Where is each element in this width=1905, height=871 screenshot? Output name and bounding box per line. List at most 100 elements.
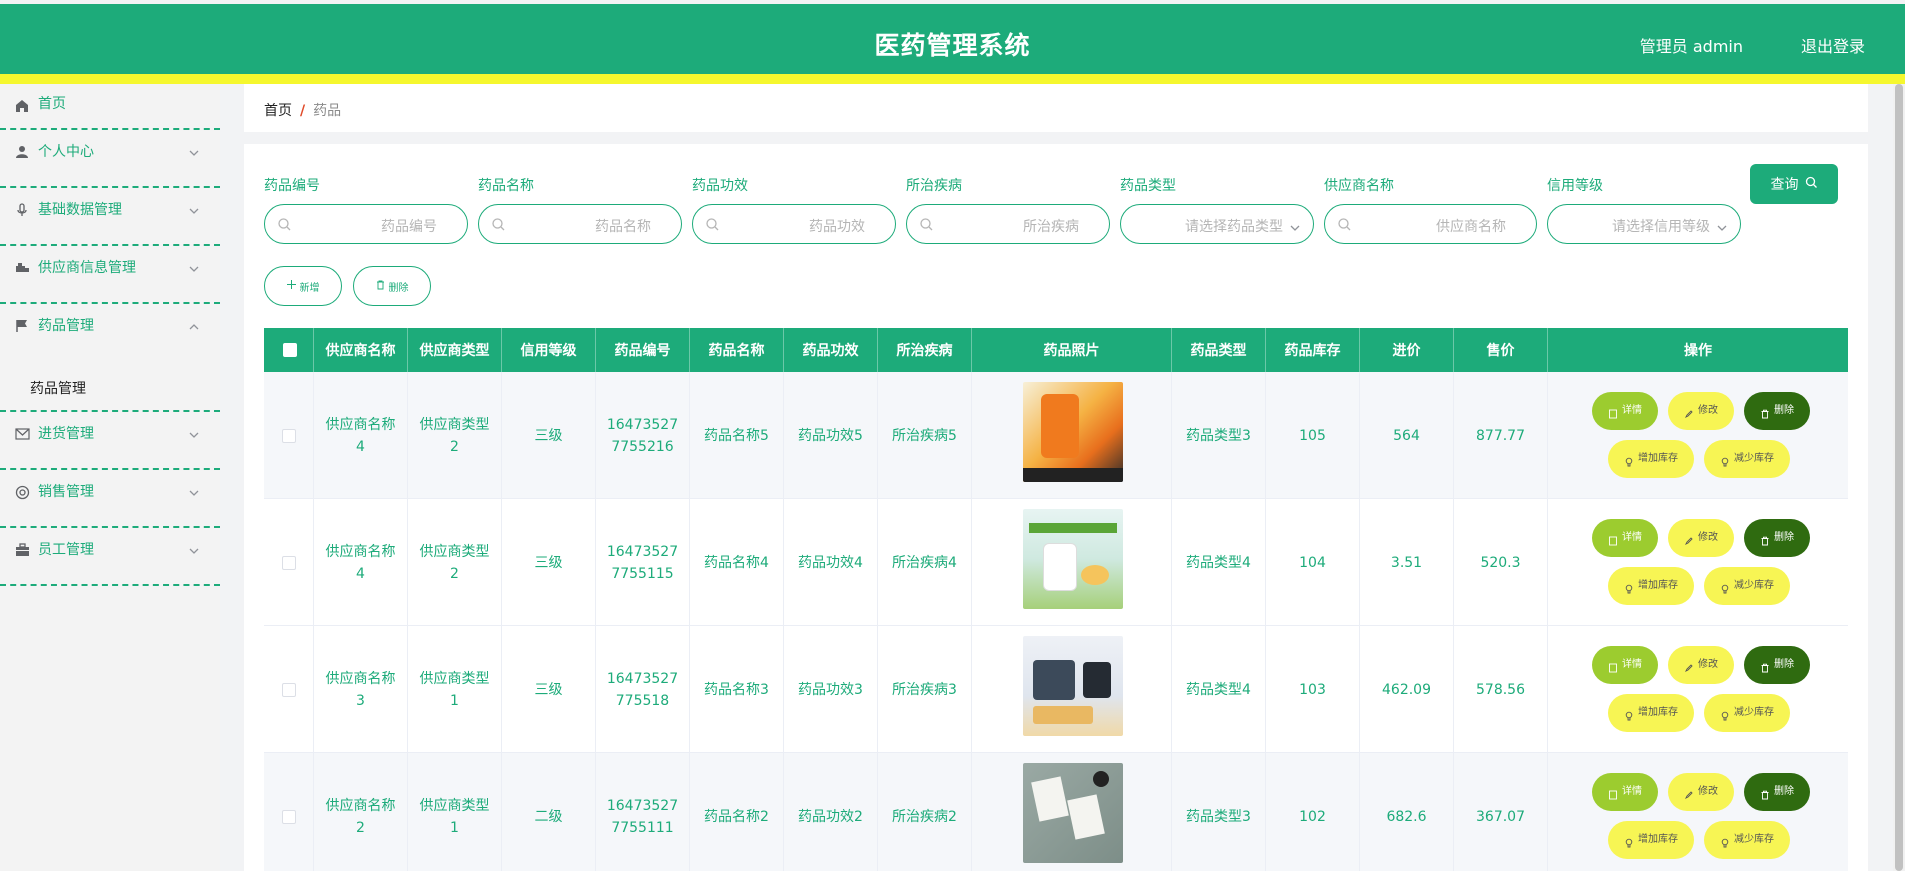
query-button[interactable]: 查询 <box>1750 164 1838 204</box>
home-icon <box>14 98 30 114</box>
drug-code-cell: 16473527 775518 <box>596 626 690 753</box>
stock-cell: 104 <box>1266 499 1360 626</box>
sale-price-cell: 877.77 <box>1454 372 1548 499</box>
drug-effect-input[interactable]: 药品功效 <box>692 204 896 244</box>
credit-level-select[interactable]: 请选择信用等级 <box>1547 204 1741 244</box>
add-button[interactable]: 新增 <box>264 266 342 306</box>
row-checkbox[interactable] <box>282 683 296 697</box>
drug-photo[interactable] <box>1023 509 1123 609</box>
reduce-stock-label: 减少库存 <box>1734 580 1774 591</box>
vertical-scrollbar[interactable] <box>1893 84 1905 871</box>
input-placeholder: 药品编号 <box>381 219 437 235</box>
column-header[interactable]: 药品类型 <box>1172 328 1266 372</box>
drug-photo[interactable] <box>1023 382 1123 482</box>
sidebar-item-label: 员工管理 <box>38 542 94 558</box>
sidebar-item-drug-management[interactable]: 药品管理 <box>0 304 220 362</box>
reduce-stock-button[interactable]: 减少库存 <box>1704 694 1790 732</box>
delete-button[interactable]: 删除 <box>1744 392 1810 430</box>
column-header[interactable]: 进价 <box>1360 328 1454 372</box>
breadcrumb-panel: 首页 / 药品 <box>244 84 1868 132</box>
add-stock-button[interactable]: 增加库存 <box>1608 440 1694 478</box>
sidebar-item-staff[interactable]: 员工管理 <box>0 528 220 586</box>
detail-button[interactable]: 详情 <box>1592 519 1658 557</box>
column-header[interactable]: 药品照片 <box>972 328 1172 372</box>
sidebar-item-purchase[interactable]: 进货管理 <box>0 412 220 470</box>
trash-icon <box>1760 533 1770 546</box>
delete-button[interactable]: 删除 <box>1744 646 1810 684</box>
pencil-icon <box>1684 787 1694 800</box>
detail-button[interactable]: 详情 <box>1592 646 1658 684</box>
sidebar-subitem-drug-management[interactable]: 药品管理 <box>0 362 220 412</box>
column-header[interactable]: 售价 <box>1454 328 1548 372</box>
briefcase-icon <box>14 542 30 558</box>
row-checkbox[interactable] <box>282 810 296 824</box>
sidebar-subitem-label: 药品管理 <box>30 381 86 397</box>
detail-button[interactable]: 详情 <box>1592 392 1658 430</box>
row-checkbox[interactable] <box>282 429 296 443</box>
row-checkbox[interactable] <box>282 556 296 570</box>
bulb-icon <box>1624 454 1634 467</box>
column-header[interactable]: 药品名称 <box>690 328 784 372</box>
search-icon <box>1337 217 1352 232</box>
detail-button[interactable]: 详情 <box>1592 773 1658 811</box>
breadcrumb-home[interactable]: 首页 <box>264 103 292 119</box>
delete-button[interactable]: 删除 <box>1744 519 1810 557</box>
mail-icon <box>14 426 30 442</box>
delete-button[interactable]: 删除 <box>1744 773 1810 811</box>
row-select-cell <box>264 626 314 753</box>
disease-input[interactable]: 所治疾病 <box>906 204 1110 244</box>
add-stock-button[interactable]: 增加库存 <box>1608 567 1694 605</box>
supplier-name-cell: 供应商名称 3 <box>314 626 408 753</box>
credit-level-cell: 三级 <box>502 626 596 753</box>
sidebar-item-personal-center[interactable]: 个人中心 <box>0 130 220 188</box>
reduce-stock-button[interactable]: 减少库存 <box>1704 440 1790 478</box>
sidebar-item-supplier-info[interactable]: 供应商信息管理 <box>0 246 220 304</box>
drug-photo[interactable] <box>1023 763 1123 863</box>
drug-name-input[interactable]: 药品名称 <box>478 204 682 244</box>
column-header[interactable]: 所治疾病 <box>878 328 972 372</box>
input-placeholder: 药品功效 <box>809 219 865 235</box>
reduce-stock-button[interactable]: 减少库存 <box>1704 567 1790 605</box>
delete-label: 删除 <box>1774 659 1794 670</box>
scrollbar-thumb[interactable] <box>1895 84 1903 871</box>
reduce-stock-button[interactable]: 减少库存 <box>1704 821 1790 859</box>
column-header[interactable]: 药品编号 <box>596 328 690 372</box>
drug-type-select[interactable]: 请选择药品类型 <box>1120 204 1314 244</box>
add-stock-button[interactable]: 增加库存 <box>1608 694 1694 732</box>
sidebar-item-label: 首页 <box>38 96 66 112</box>
column-header[interactable]: 药品功效 <box>784 328 878 372</box>
filter-label-drug-type: 药品类型 <box>1120 178 1176 194</box>
column-header[interactable]: 药品库存 <box>1266 328 1360 372</box>
header-accent-strip <box>0 74 1905 84</box>
sidebar-item-label: 进货管理 <box>38 426 94 442</box>
truck-icon <box>14 260 30 276</box>
supplier-name-input[interactable]: 供应商名称 <box>1324 204 1537 244</box>
batch-delete-button[interactable]: 删除 <box>353 266 431 306</box>
edit-button[interactable]: 修改 <box>1668 519 1734 557</box>
edit-button[interactable]: 修改 <box>1668 773 1734 811</box>
delete-label: 删除 <box>1774 786 1794 797</box>
logout-link[interactable]: 退出登录 <box>1801 33 1865 57</box>
edit-button[interactable]: 修改 <box>1668 392 1734 430</box>
column-header[interactable]: 供应商类型 <box>408 328 502 372</box>
column-header[interactable]: 供应商名称 <box>314 328 408 372</box>
select-all-checkbox[interactable] <box>283 343 297 357</box>
cost-price-cell: 682.6 <box>1360 753 1454 871</box>
column-header[interactable]: 信用等级 <box>502 328 596 372</box>
drug-code-input[interactable]: 药品编号 <box>264 204 468 244</box>
trash-icon <box>1760 787 1770 800</box>
delete-label: 删除 <box>1774 405 1794 416</box>
edit-label: 修改 <box>1698 659 1718 670</box>
search-icon <box>491 217 506 232</box>
table-row: 供应商名称 3 供应商类型 1 三级 16473527 775518 药品名称3 药品… <box>264 626 1848 753</box>
cell-line: 16473527 <box>606 797 679 814</box>
sidebar-item-basic-data[interactable]: 基础数据管理 <box>0 188 220 246</box>
detail-label: 详情 <box>1622 786 1642 797</box>
cost-price-cell: 564 <box>1360 372 1454 499</box>
edit-button[interactable]: 修改 <box>1668 646 1734 684</box>
drug-photo[interactable] <box>1023 636 1123 736</box>
sidebar-item-home[interactable]: 首页 <box>0 84 220 130</box>
sidebar-item-sales[interactable]: 销售管理 <box>0 470 220 528</box>
chevron-down-icon <box>1716 219 1728 231</box>
add-stock-button[interactable]: 增加库存 <box>1608 821 1694 859</box>
